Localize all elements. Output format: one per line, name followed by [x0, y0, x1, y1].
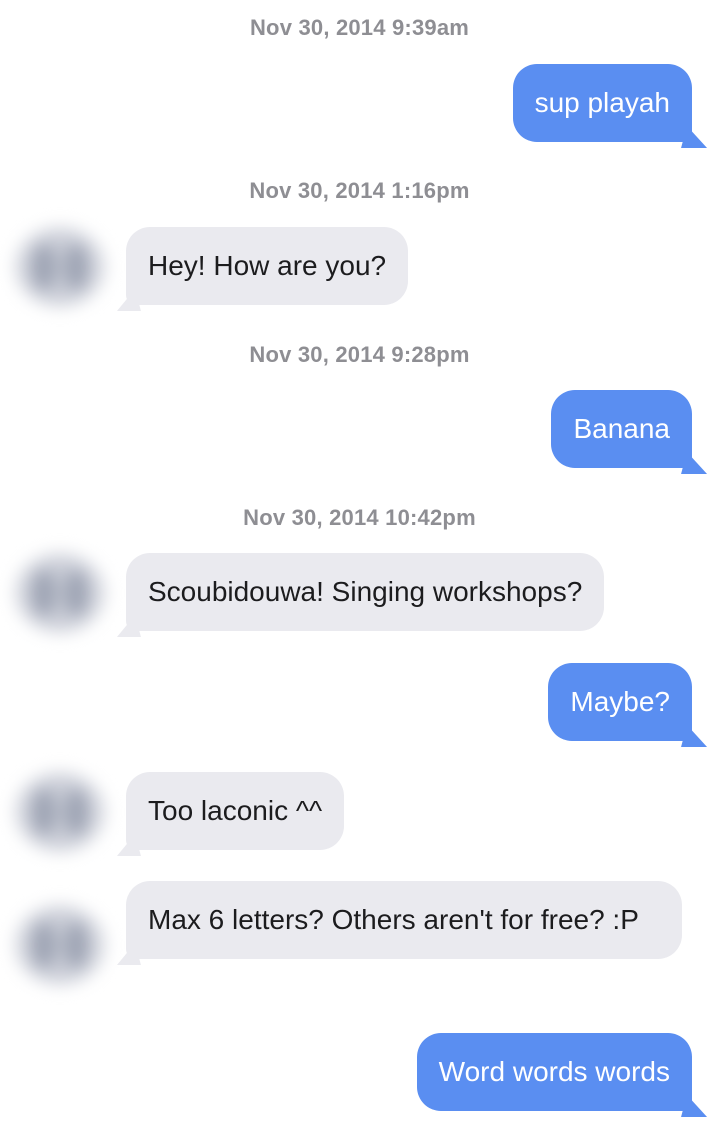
- received-message-bubble[interactable]: Max 6 letters? Others aren't for free? :…: [126, 881, 682, 959]
- received-message-bubble[interactable]: Hey! How are you?: [126, 227, 409, 305]
- sent-message-bubble[interactable]: Banana: [551, 390, 692, 468]
- message-timestamp: Nov 30, 2014 9:28pm: [249, 342, 470, 367]
- sent-message-bubble[interactable]: Maybe?: [548, 663, 692, 741]
- contact-avatar[interactable]: [14, 226, 106, 308]
- message-thread: Nov 30, 2014 9:39am sup playah Nov 30, 2…: [0, 0, 719, 1132]
- message-timestamp: Nov 30, 2014 1:16pm: [249, 178, 470, 203]
- sent-message-bubble[interactable]: sup playah: [512, 64, 692, 142]
- message-timestamp: Nov 30, 2014 10:42pm: [243, 505, 476, 530]
- received-message-bubble[interactable]: Too laconic ^^: [126, 772, 345, 850]
- message-timestamp: Nov 30, 2014 9:39am: [249, 15, 470, 40]
- sent-message-bubble[interactable]: Word words words: [416, 1033, 692, 1111]
- received-message-bubble[interactable]: Scoubidouwa! Singing workshops?: [126, 553, 605, 631]
- contact-avatar[interactable]: [14, 771, 106, 853]
- contact-avatar[interactable]: [14, 552, 106, 634]
- contact-avatar[interactable]: [14, 904, 106, 986]
